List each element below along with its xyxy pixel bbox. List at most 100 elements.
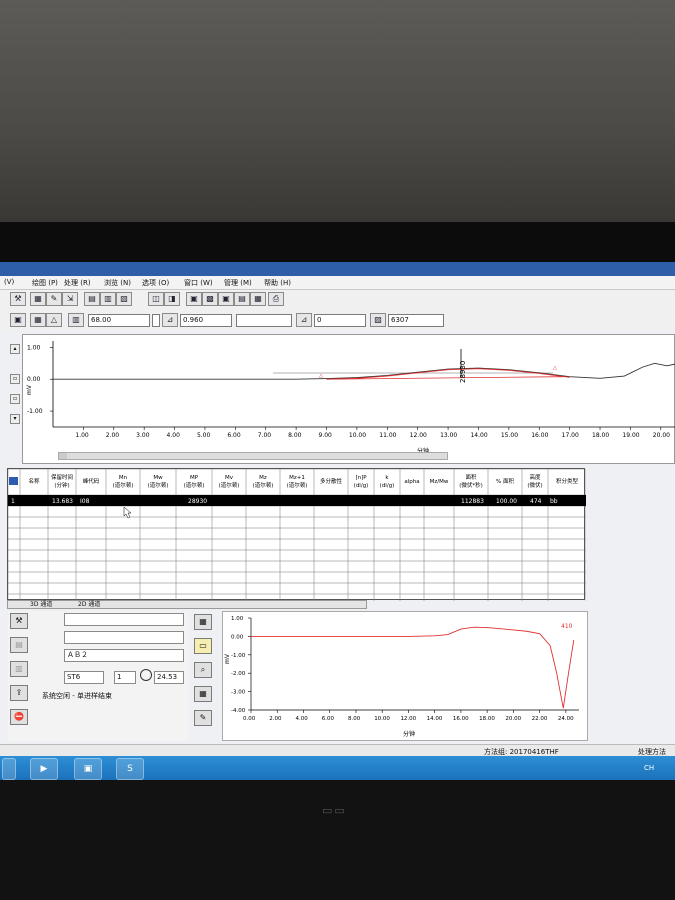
chart-side-button[interactable]: ▴ xyxy=(10,344,20,354)
y-tick-label: -2.00 xyxy=(231,671,246,677)
menu-plot[interactable]: 绘图 (P) xyxy=(32,278,58,288)
chart-side-button[interactable]: ▾ xyxy=(10,414,20,424)
column-header[interactable]: (微伏) xyxy=(527,481,542,489)
tool-icon[interactable]: △ xyxy=(46,313,62,327)
tool-icon[interactable]: ▥ xyxy=(68,313,84,327)
y-tick-label: -1.00 xyxy=(231,653,246,659)
tool-icon[interactable]: ▤ xyxy=(234,292,250,306)
column-header[interactable]: 高度 xyxy=(529,473,541,481)
tool-icon[interactable]: ⊿ xyxy=(162,313,178,327)
column-header[interactable]: % 面积 xyxy=(496,478,514,485)
menu-help[interactable]: 帮助 (H) xyxy=(264,278,291,288)
empower-app-icon[interactable]: S xyxy=(116,758,144,780)
tool-icon[interactable]: ▧ xyxy=(116,292,132,306)
tool-icon[interactable]: ▣ xyxy=(218,292,234,306)
column-header[interactable]: Mz/Mw xyxy=(430,479,449,485)
menu-manage[interactable]: 管理 (M) xyxy=(224,278,252,288)
grid-icon[interactable]: ▦ xyxy=(194,686,212,702)
column-header[interactable]: (dl/g) xyxy=(380,483,395,489)
tab-2d-channel[interactable]: 2D 通道 xyxy=(78,601,100,608)
column-header[interactable]: 峰代码 xyxy=(83,477,100,485)
tool-icon[interactable]: ⇲ xyxy=(62,292,78,306)
inject-icon[interactable]: ▤ xyxy=(10,637,28,653)
chart-scrollbar[interactable] xyxy=(58,452,448,460)
column-header[interactable]: Mz xyxy=(259,475,267,481)
stop-icon[interactable]: ⛔ xyxy=(10,709,28,725)
param-field-1[interactable]: 68.00 xyxy=(88,314,150,327)
column-header[interactable]: (道尔顿) xyxy=(287,481,308,489)
scroll-left-arrow[interactable] xyxy=(59,453,67,459)
column-header[interactable]: (分钟) xyxy=(54,481,69,489)
edit-icon[interactable]: ✎ xyxy=(194,710,212,726)
param-field-2b[interactable] xyxy=(236,314,292,327)
column-header[interactable]: Mw xyxy=(153,475,163,481)
tool-icon[interactable]: ▣ xyxy=(10,313,26,327)
tool-icon[interactable]: ▦ xyxy=(30,313,46,327)
menu-window[interactable]: 窗口 (W) xyxy=(184,278,213,288)
tab-3d-channel[interactable]: 3D 通道 xyxy=(30,601,52,608)
tool-icon[interactable]: ▦ xyxy=(250,292,266,306)
tool-icon[interactable]: ◫ xyxy=(148,292,164,306)
tool-icon[interactable]: ▣ xyxy=(186,292,202,306)
tool-icon[interactable]: ⚒ xyxy=(10,292,26,306)
column-header[interactable]: (道尔顿) xyxy=(148,481,169,489)
menu-process[interactable]: 处理 (R) xyxy=(64,278,91,288)
column-header[interactable]: Mn xyxy=(119,475,128,481)
tool-icon[interactable]: ▦ xyxy=(194,614,212,630)
column-header[interactable]: 多分散性 xyxy=(320,477,343,485)
tool-icon[interactable]: ▤ xyxy=(84,292,100,306)
print-icon[interactable]: ⎙ xyxy=(268,292,284,306)
tool-icon[interactable]: ▩ xyxy=(202,292,218,306)
param-field-4[interactable]: 6307 xyxy=(388,314,444,327)
column-header[interactable]: (dl/g) xyxy=(354,483,369,489)
param-field-3[interactable]: 0 xyxy=(314,314,366,327)
vial-field[interactable]: ＡＢ２ xyxy=(64,649,184,662)
column-header[interactable]: (道尔顿) xyxy=(219,481,240,489)
zoom-icon[interactable]: ⌕ xyxy=(194,662,212,678)
tool-icon[interactable]: ◨ xyxy=(164,292,180,306)
column-header[interactable]: Mv xyxy=(225,475,234,481)
column-header[interactable]: (微伏*秒) xyxy=(459,481,483,489)
column-header[interactable]: MP xyxy=(190,475,199,481)
network-app-icon[interactable]: ▣ xyxy=(74,758,102,780)
tool-icon[interactable]: ▦ xyxy=(30,292,46,306)
injection-field[interactable]: ST6 xyxy=(64,671,104,684)
column-header[interactable]: [n]P xyxy=(355,475,367,481)
column-header[interactable]: 积分类型 xyxy=(556,477,579,485)
chromatogram-trace xyxy=(53,362,675,380)
column-header[interactable]: (道尔顿) xyxy=(184,481,205,489)
tool-icon[interactable]: ▨ xyxy=(370,313,386,327)
column-header[interactable]: k xyxy=(385,475,389,481)
column-header[interactable]: alpha xyxy=(404,479,419,485)
count-field[interactable]: 1 xyxy=(114,671,136,684)
sample-icon[interactable]: ▥ xyxy=(10,661,28,677)
column-header[interactable]: 保留时间 xyxy=(51,473,73,481)
menu-browse[interactable]: 浏览 (N) xyxy=(104,278,131,288)
param-field-1b[interactable] xyxy=(152,314,160,327)
chart-side-button[interactable]: ▫ xyxy=(10,374,20,384)
sample-set-field[interactable] xyxy=(64,613,184,626)
tool-icon[interactable]: ▭ xyxy=(194,638,212,654)
tool-icon[interactable]: ✎ xyxy=(46,292,62,306)
column-header[interactable]: 名称 xyxy=(28,477,40,485)
wrench-icon[interactable]: ⚒ xyxy=(10,613,28,629)
column-header[interactable]: (道尔顿) xyxy=(253,481,274,489)
tool-icon[interactable]: ▥ xyxy=(100,292,116,306)
chart-side-button[interactable]: ▫ xyxy=(10,394,20,404)
method-field[interactable] xyxy=(64,631,184,644)
menu-view[interactable]: (V) xyxy=(4,278,14,286)
menu-options[interactable]: 选项 (O) xyxy=(142,278,169,288)
language-indicator[interactable]: CH xyxy=(644,764,654,772)
tool-icon[interactable]: ⊿ xyxy=(296,313,312,327)
column-header[interactable]: Mz+1 xyxy=(289,475,305,481)
realtime-chromatogram-panel: 1.00 0.00 -1.00 -2.00 -3.00 -4.00 0.00 2.00 4.0… xyxy=(222,611,588,741)
run-icon[interactable]: ⇪ xyxy=(10,685,28,701)
param-field-2[interactable]: 0.960 xyxy=(180,314,232,327)
media-player-icon[interactable]: ▶ xyxy=(30,758,58,780)
results-table: 名称 保留时间 (分钟) 峰代码 Mn (道尔顿) Mw (道尔顿) MP (道尔顿) Mv (道尔顿… xyxy=(7,468,587,601)
x-tick-label: 14.00 xyxy=(427,716,443,722)
column-header[interactable]: (道尔顿) xyxy=(113,481,134,489)
start-button[interactable] xyxy=(2,758,16,780)
column-header[interactable]: 面积 xyxy=(465,474,477,481)
header-selector[interactable] xyxy=(9,477,18,485)
